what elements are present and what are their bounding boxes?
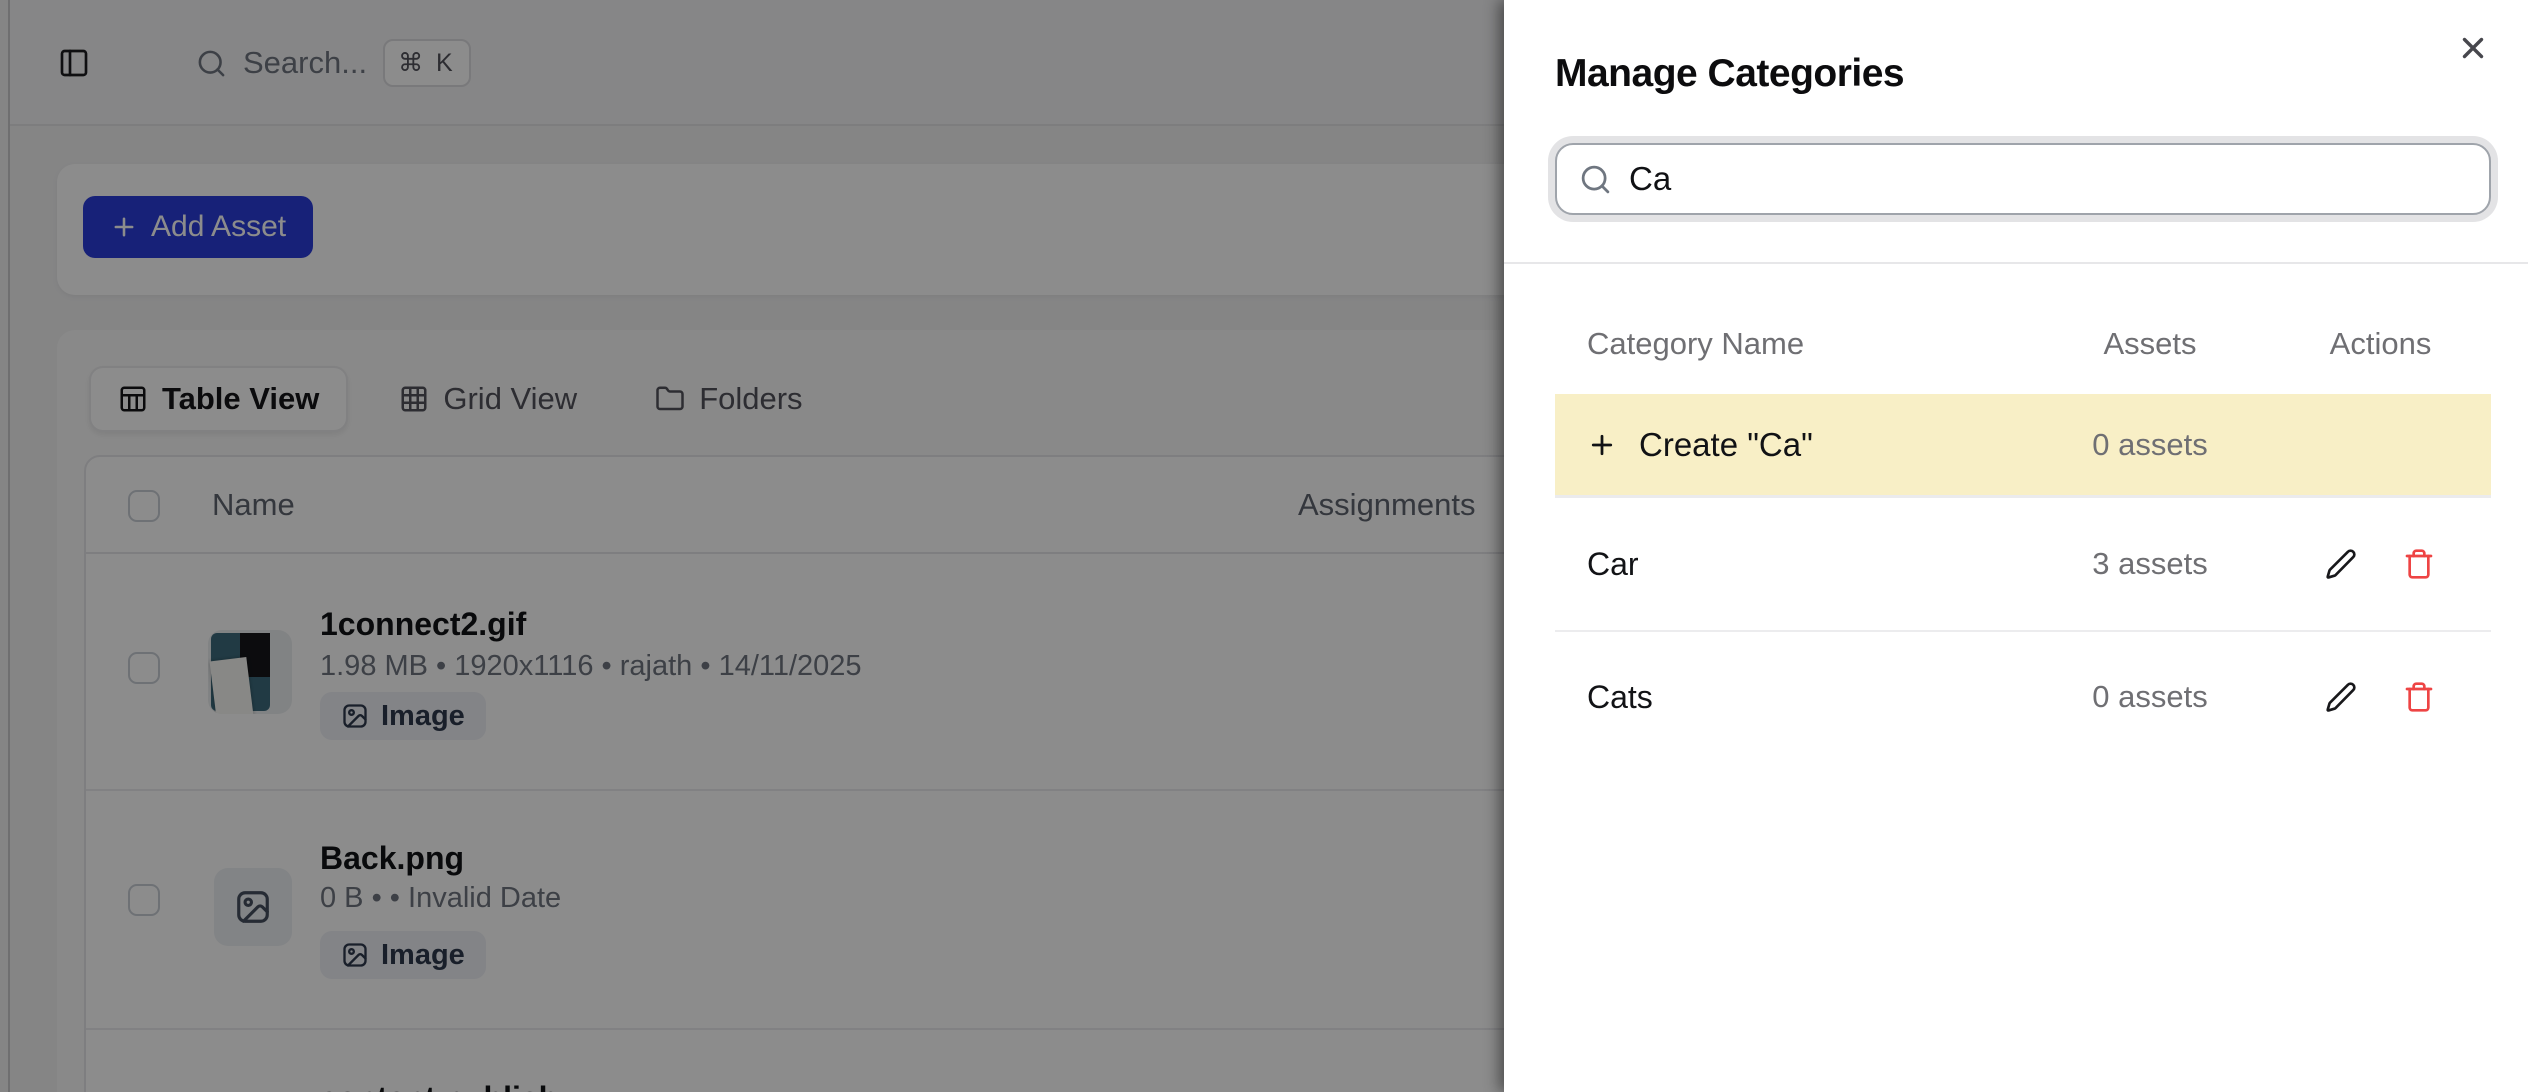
plus-icon — [1587, 430, 1617, 460]
column-header-actions: Actions — [2270, 326, 2491, 362]
pencil-icon — [2325, 681, 2359, 713]
column-header-category-name: Category Name — [1555, 326, 2030, 362]
section-divider — [1504, 262, 2528, 264]
edit-category-button[interactable] — [2325, 547, 2359, 581]
category-name: Cats — [1555, 679, 2030, 716]
category-asset-count: 0 assets — [2030, 427, 2270, 463]
search-icon — [1579, 163, 1612, 196]
delete-category-button[interactable] — [2403, 547, 2437, 581]
delete-category-button[interactable] — [2403, 680, 2437, 714]
create-category-label: Create "Ca" — [1639, 426, 1813, 464]
category-search-field — [1555, 143, 2491, 215]
close-icon — [2456, 31, 2496, 65]
category-name: Car — [1555, 546, 2030, 583]
modal-title: Manage Categories — [1555, 52, 2491, 96]
category-asset-count: 0 assets — [2030, 679, 2270, 715]
create-category-row[interactable]: Create "Ca" 0 assets — [1555, 394, 2491, 498]
trash-icon — [2403, 681, 2437, 713]
column-header-assets: Assets — [2030, 326, 2270, 362]
category-row: Cats 0 assets — [1555, 630, 2491, 762]
trash-icon — [2403, 548, 2437, 580]
close-button[interactable] — [2456, 28, 2496, 68]
category-search-input[interactable] — [1629, 160, 2467, 198]
category-table-header: Category Name Assets Actions — [1555, 322, 2491, 366]
edit-category-button[interactable] — [2325, 680, 2359, 714]
category-row: Car 3 assets — [1555, 498, 2491, 630]
manage-categories-modal: Manage Categories Category Name Assets A… — [1504, 0, 2528, 1092]
category-asset-count: 3 assets — [2030, 546, 2270, 582]
pencil-icon — [2325, 548, 2359, 580]
